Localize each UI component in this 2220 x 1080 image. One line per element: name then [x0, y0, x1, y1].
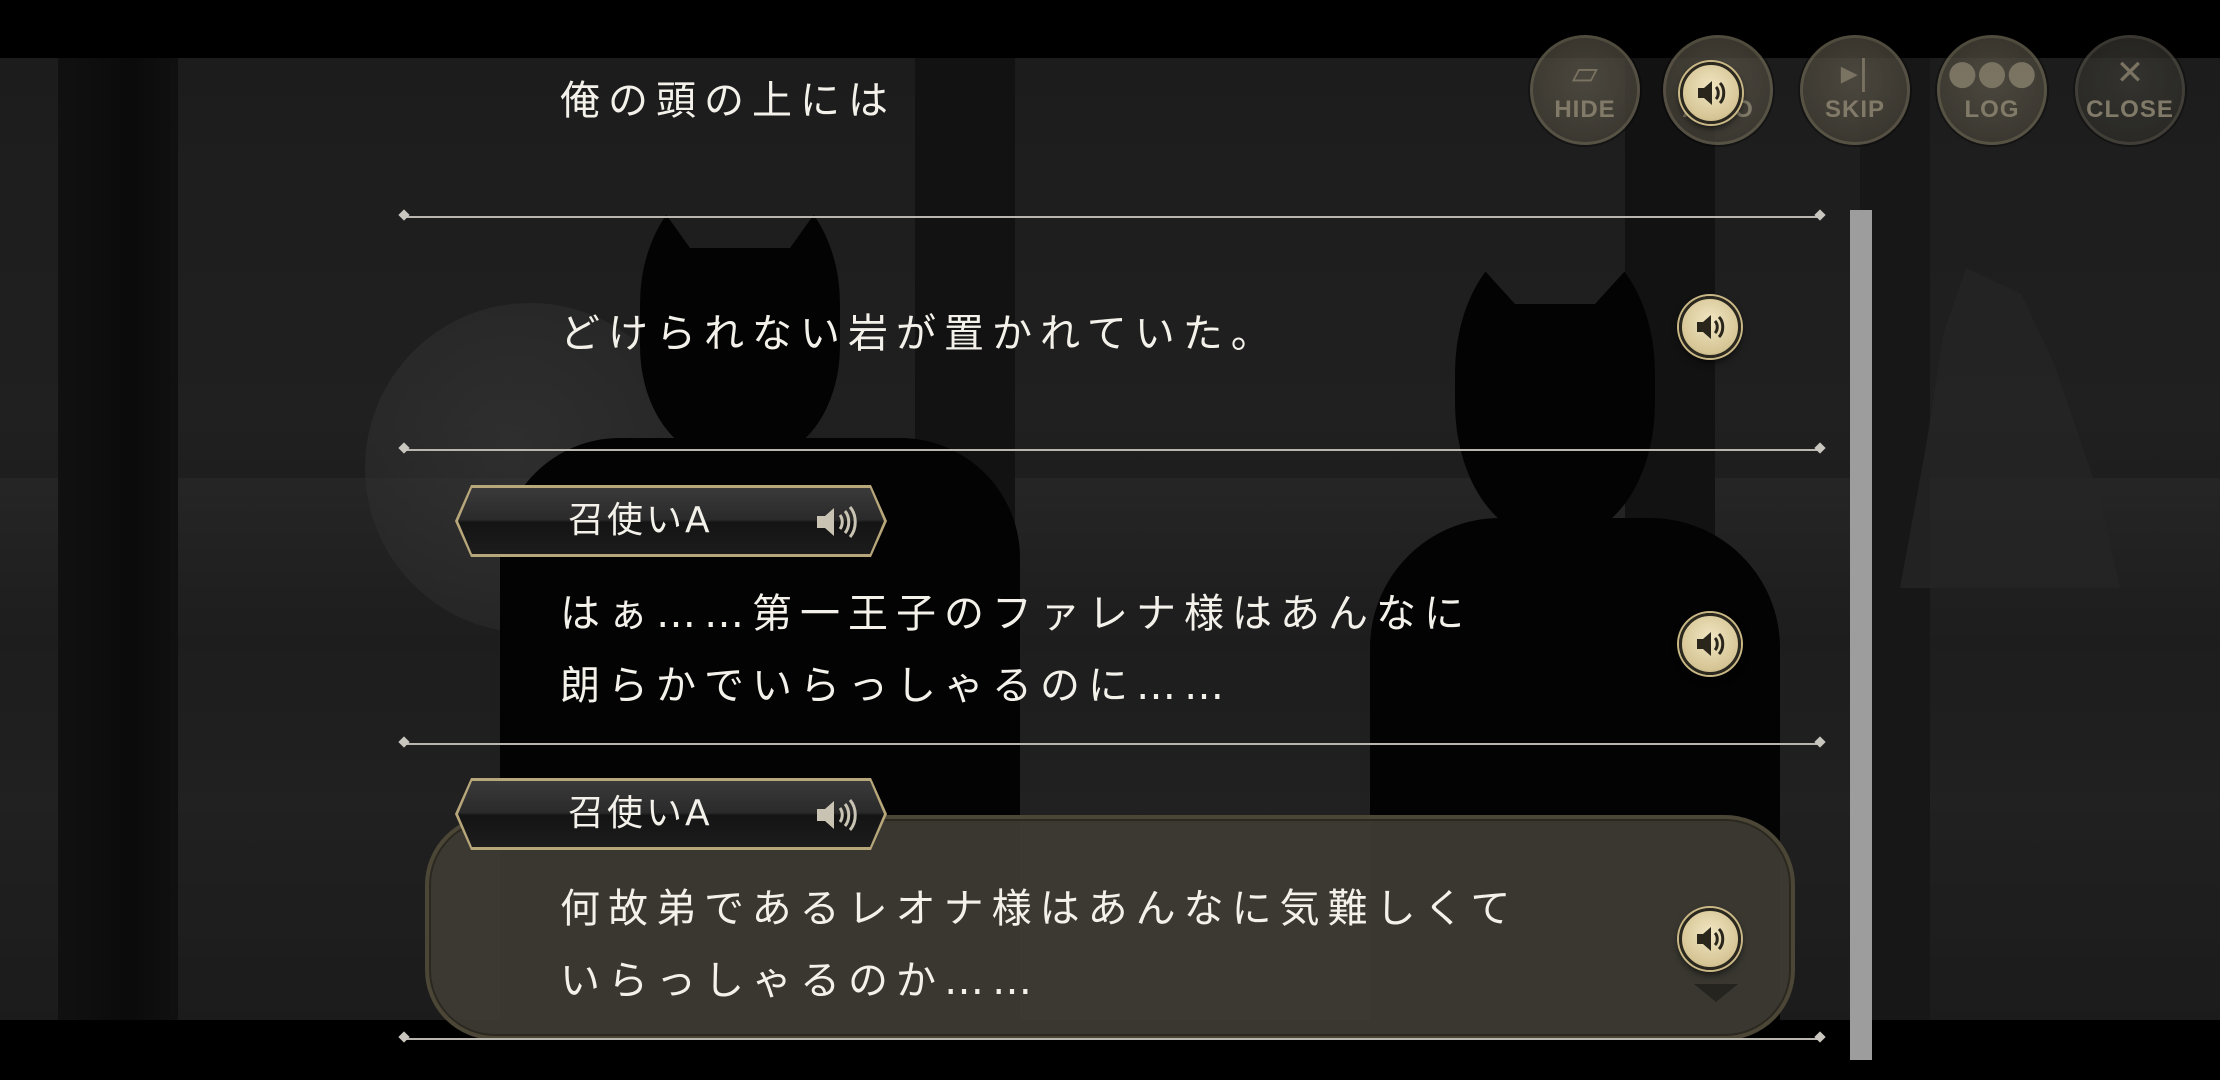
- log-button[interactable]: ●●● LOG: [1937, 35, 2047, 145]
- speaker-name: 召使いA: [568, 793, 713, 834]
- divider: [404, 449, 1820, 451]
- speaker-name: 召使いA: [568, 500, 713, 541]
- speaker-icon: [817, 799, 857, 831]
- voice-replay-button[interactable]: [1680, 62, 1742, 124]
- hide-button[interactable]: ▱ HIDE: [1530, 35, 1640, 145]
- speaker-icon: [1697, 632, 1725, 656]
- log-line: どけられない岩が置かれていた。: [560, 311, 1279, 357]
- log-line: 何故弟であるレオナ様はあんなに気難しくて: [560, 886, 1519, 932]
- speaker-icon: [1698, 81, 1726, 105]
- speaker-icon: [1697, 927, 1725, 951]
- speaker-nameplate: 召使いA: [455, 778, 887, 850]
- next-indicator-icon: [1694, 984, 1738, 1002]
- divider: [404, 216, 1820, 218]
- log-line: はぁ……第一王子のファレナ様はあんなに: [560, 591, 1472, 637]
- log-entry-text: 俺の頭の上には: [560, 65, 896, 137]
- speaker-nameplate: 召使いA: [455, 485, 887, 557]
- log-scrollbar[interactable]: [1850, 210, 1872, 1060]
- log-line: いらっしゃるのか……: [560, 958, 1040, 1004]
- voice-replay-button[interactable]: [1679, 296, 1741, 358]
- voice-replay-button[interactable]: [1679, 908, 1741, 970]
- close-icon: ✕: [2115, 53, 2145, 93]
- hide-icon: ▱: [1571, 53, 1599, 93]
- divider: [404, 743, 1820, 745]
- speaker-icon: [817, 506, 857, 538]
- log-line: 俺の頭の上には: [560, 78, 896, 124]
- log-entry-text: どけられない岩が置かれていた。: [560, 298, 1279, 370]
- log-entry-text: はぁ……第一王子のファレナ様はあんなに 朗らかでいらっしゃるのに……: [560, 578, 1472, 722]
- log-line: 朗らかでいらっしゃるのに……: [560, 663, 1232, 709]
- chat-bubble-icon: ●●●: [1947, 53, 2037, 93]
- skip-icon: ▸|: [1840, 53, 1870, 93]
- log-entry-text: 何故弟であるレオナ様はあんなに気難しくて いらっしゃるのか……: [560, 873, 1518, 1017]
- speaker-icon: [1697, 315, 1725, 339]
- divider: [404, 1038, 1820, 1040]
- voice-replay-button[interactable]: [1679, 613, 1741, 675]
- close-button[interactable]: ✕ CLOSE: [2075, 35, 2185, 145]
- skip-button[interactable]: ▸| SKIP: [1800, 35, 1910, 145]
